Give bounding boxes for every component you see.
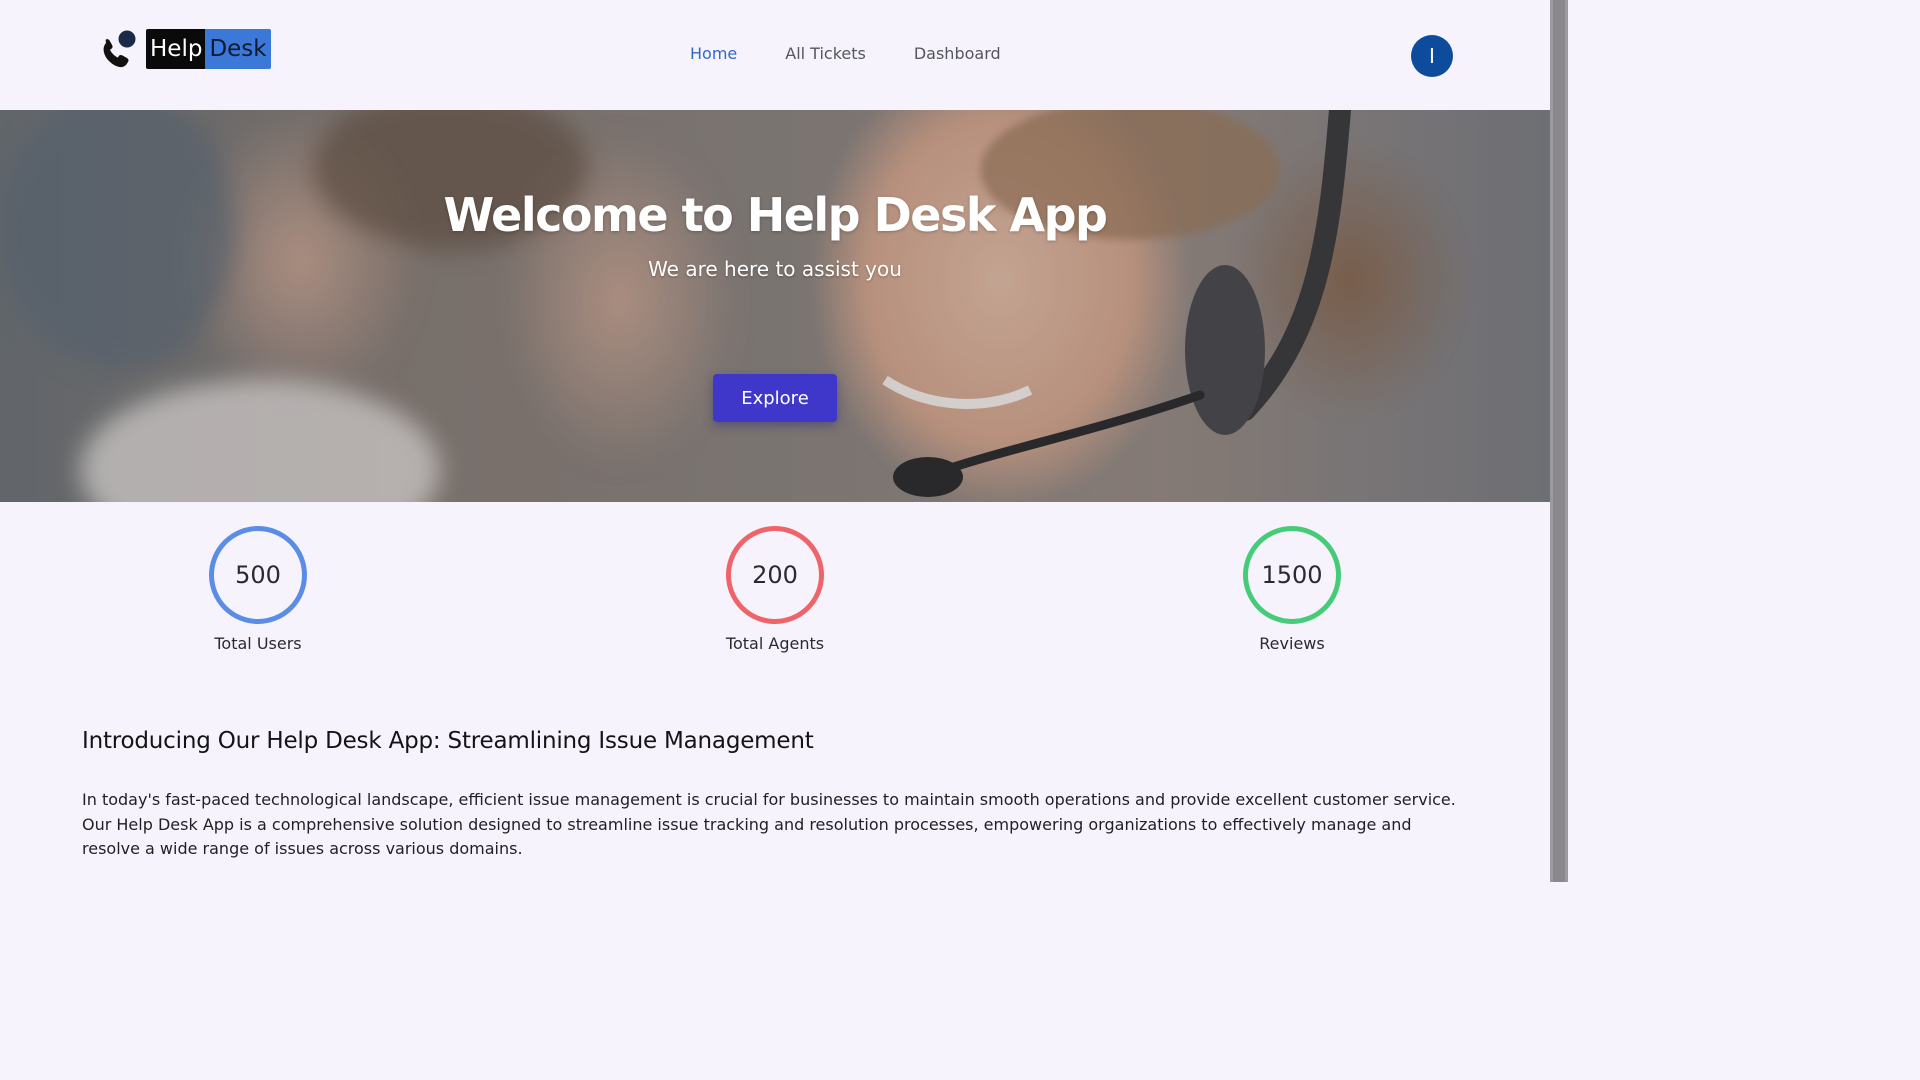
nav-all-tickets[interactable]: All Tickets	[785, 44, 866, 63]
intro-paragraph: In today's fast-paced technological land…	[82, 790, 1456, 858]
main-nav: Home All Tickets Dashboard	[690, 44, 1049, 63]
hero-subtitle: We are here to assist you	[648, 257, 902, 281]
stat-label: Total Users	[214, 634, 302, 653]
stat-total-users: 500 Total Users	[158, 526, 358, 653]
intro-title: Introducing Our Help Desk App: Streamlin…	[82, 728, 814, 754]
stat-ring: 200	[726, 526, 824, 624]
scrollbar-thumb[interactable]	[1553, 0, 1565, 882]
explore-button[interactable]: Explore	[713, 374, 837, 422]
stat-total-agents: 200 Total Agents	[675, 526, 875, 653]
stat-ring: 1500	[1243, 526, 1341, 624]
nav-home[interactable]: Home	[690, 44, 737, 63]
nav-dashboard[interactable]: Dashboard	[914, 44, 1001, 63]
user-avatar[interactable]: I	[1411, 35, 1453, 77]
hero-title: Welcome to Help Desk App	[443, 188, 1108, 242]
brand-help: Help	[146, 29, 206, 69]
stat-reviews: 1500 Reviews	[1192, 526, 1392, 653]
phone-chat-icon	[103, 30, 136, 68]
brand-desk: Desk	[205, 29, 271, 69]
hero-overlay	[0, 110, 1550, 502]
navbar: Help Desk Home All Tickets Dashboard I	[0, 0, 1550, 110]
hero-banner: Welcome to Help Desk App We are here to …	[0, 110, 1550, 502]
brand-logo[interactable]: Help Desk	[100, 29, 271, 69]
stat-label: Reviews	[1259, 634, 1325, 653]
page: Help Desk Home All Tickets Dashboard I W…	[0, 0, 1550, 882]
stat-ring: 500	[209, 526, 307, 624]
stat-label: Total Agents	[725, 634, 825, 653]
brand-wordmark: Help Desk	[146, 29, 271, 69]
